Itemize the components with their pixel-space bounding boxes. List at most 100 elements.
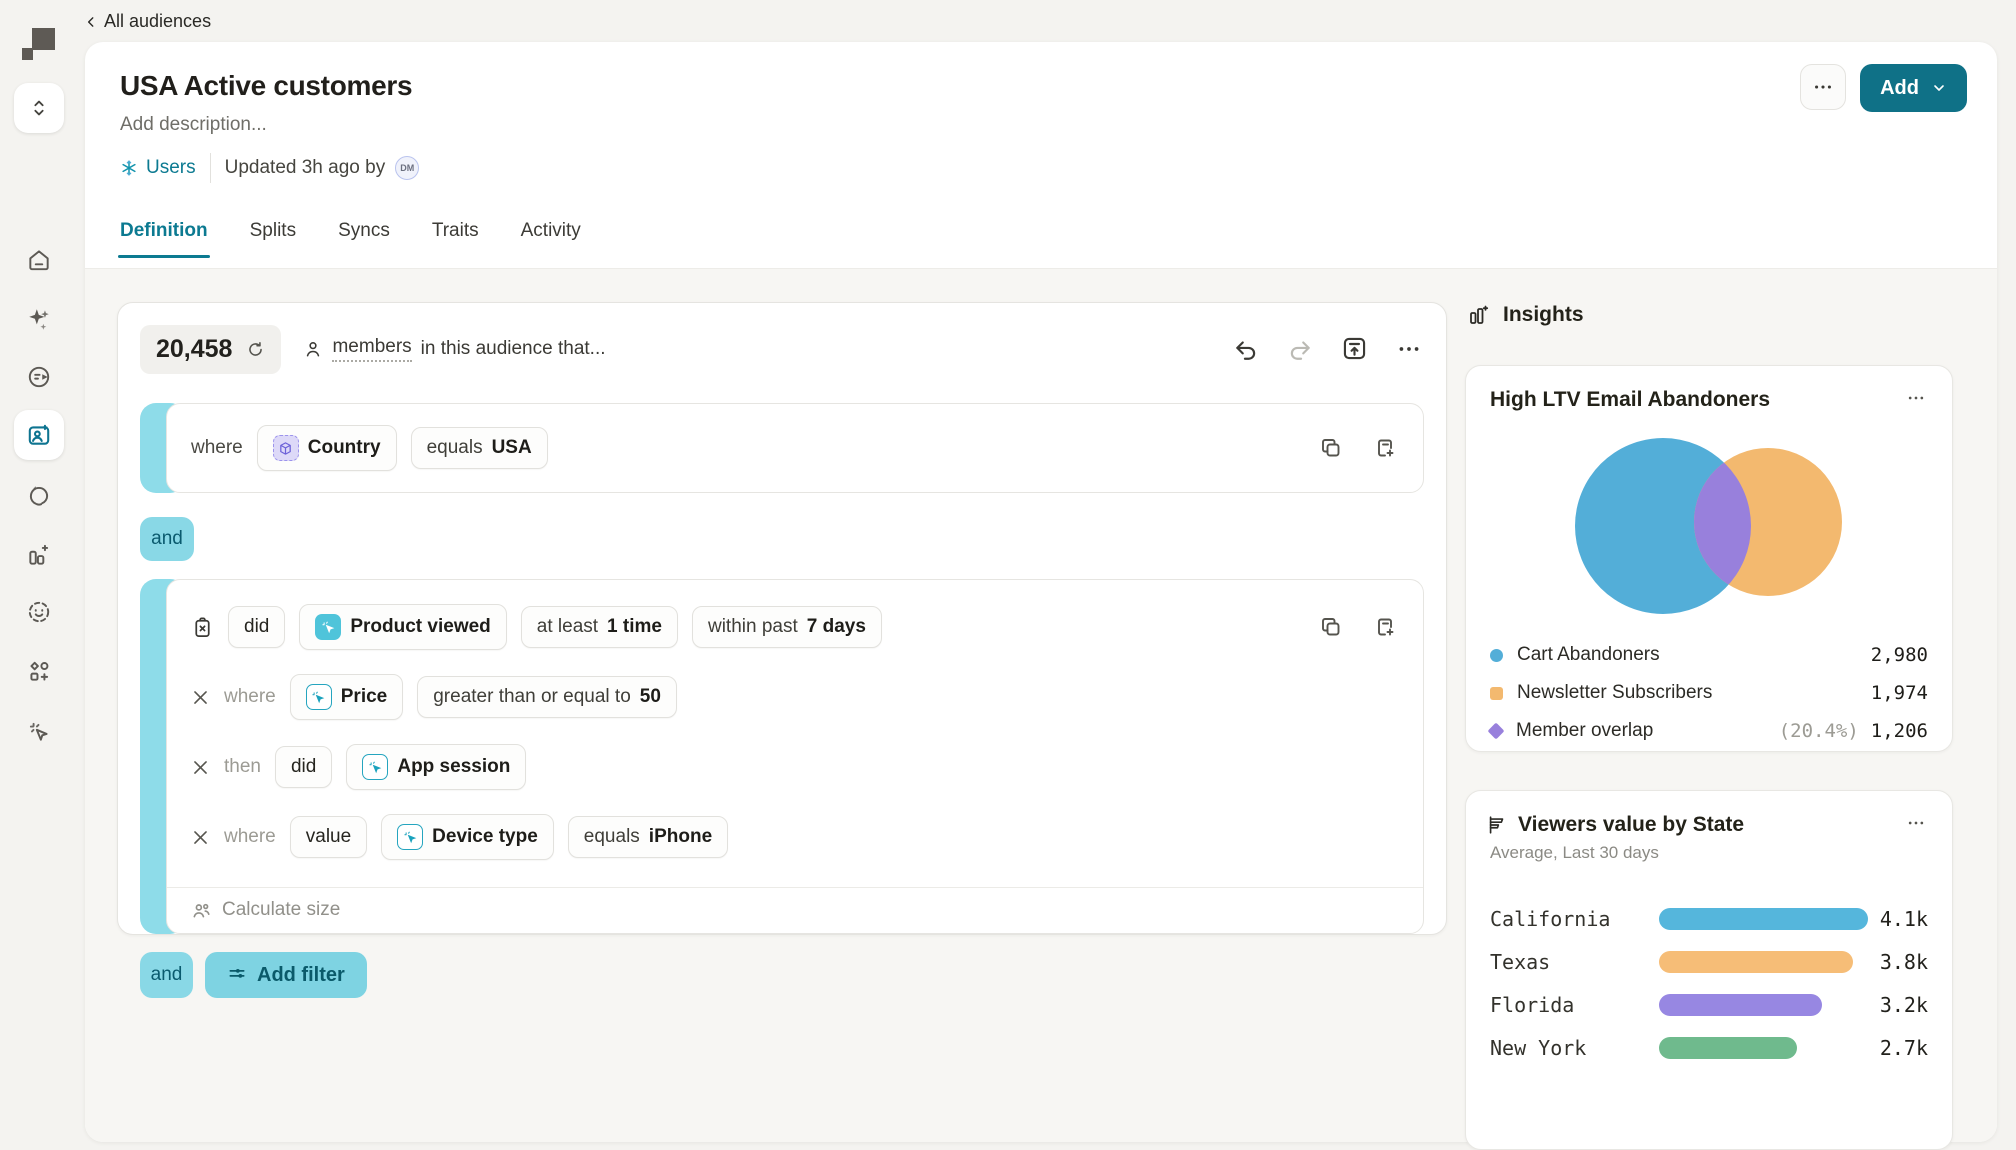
add-filter-button[interactable]: Add filter xyxy=(205,952,367,998)
save-template-icon[interactable] xyxy=(1341,335,1368,362)
refresh-icon[interactable] xyxy=(246,340,265,359)
add-button[interactable]: Add xyxy=(1860,64,1967,112)
legend-row[interactable]: Member overlap (20.4%)1,206 xyxy=(1490,712,1928,750)
sidebar-item-analytics[interactable] xyxy=(26,542,52,568)
bar-row[interactable]: Florida 3.2k xyxy=(1490,983,1928,1026)
where-label: where xyxy=(191,437,243,459)
copy-icon[interactable] xyxy=(1319,615,1343,639)
sidebar-item-assistant[interactable] xyxy=(26,306,52,332)
event-cursor-icon xyxy=(368,760,383,775)
profile-sync-icon xyxy=(26,482,52,508)
ellipsis-icon xyxy=(1812,76,1834,98)
phrase-suffix: in this audience that... xyxy=(421,338,606,360)
duplicate-to-new-icon[interactable] xyxy=(1373,615,1397,639)
event-row: did Product viewed at least 1 time withi… xyxy=(167,592,1423,662)
remove-row-icon[interactable] xyxy=(191,688,210,707)
value-pill[interactable]: value xyxy=(290,816,367,858)
page-title: USA Active customers xyxy=(120,70,412,102)
sidebar-item-integrations[interactable] xyxy=(26,659,52,685)
chart-plus-icon xyxy=(26,542,52,568)
remove-row-icon[interactable] xyxy=(191,758,210,777)
bar xyxy=(1659,994,1822,1016)
legend-row[interactable]: Cart Abandoners 2,980 xyxy=(1490,636,1928,674)
and-connector-chip[interactable]: and xyxy=(140,952,193,998)
property-pill-device-type[interactable]: Device type xyxy=(381,814,554,860)
venn-card-title: High LTV Email Abandoners xyxy=(1490,388,1770,412)
card-menu-icon[interactable] xyxy=(1900,382,1932,414)
redo-icon[interactable] xyxy=(1287,336,1313,362)
operator-pill-equals-iphone[interactable]: equals iPhone xyxy=(568,816,728,858)
did-pill[interactable]: did xyxy=(275,746,332,788)
event-icon-box xyxy=(315,614,341,640)
remove-row-icon[interactable] xyxy=(191,828,210,847)
card-menu-icon[interactable] xyxy=(1900,807,1932,839)
condition-group-1: where Country equals USA xyxy=(140,403,1424,493)
workspace-switcher-button[interactable] xyxy=(14,83,64,133)
copy-icon[interactable] xyxy=(1319,436,1343,460)
members-link[interactable]: members xyxy=(332,336,411,362)
snowflake-icon xyxy=(120,159,138,177)
insights-title: Insights xyxy=(1503,303,1584,327)
then-row: then did App session xyxy=(167,732,1423,802)
property-filter-row: where Price greater than or equal to 50 xyxy=(167,662,1423,732)
duplicate-to-new-icon[interactable] xyxy=(1373,436,1397,460)
breadcrumb-all-audiences[interactable]: All audiences xyxy=(84,11,211,32)
bar-row[interactable]: California 4.1k xyxy=(1490,897,1928,940)
property-icon-box xyxy=(273,435,299,461)
tab-activity[interactable]: Activity xyxy=(521,220,581,258)
event-cursor-icon xyxy=(403,830,418,845)
app-logo[interactable] xyxy=(22,26,56,60)
entity-link-users[interactable]: Users xyxy=(120,157,196,179)
event-icon-box xyxy=(362,754,388,780)
magic-cursor-icon xyxy=(26,719,52,745)
tab-syncs[interactable]: Syncs xyxy=(338,220,390,258)
event-cursor-icon xyxy=(311,690,326,705)
tab-definition[interactable]: Definition xyxy=(120,220,208,258)
divider xyxy=(210,153,211,183)
trash-icon[interactable] xyxy=(191,616,214,639)
frequency-pill[interactable]: at least 1 time xyxy=(521,606,678,648)
event-pill-product-viewed[interactable]: Product viewed xyxy=(299,604,506,650)
tab-traits[interactable]: Traits xyxy=(432,220,479,258)
property-pill-price[interactable]: Price xyxy=(290,674,403,720)
operator-pill-equals-usa[interactable]: equals USA xyxy=(411,427,548,469)
bar-row[interactable]: Texas 3.8k xyxy=(1490,940,1928,983)
panel-more-icon[interactable] xyxy=(1396,336,1422,362)
breadcrumb-label: All audiences xyxy=(104,11,211,32)
operator-pill-gte-50[interactable]: greater than or equal to 50 xyxy=(417,676,677,718)
sidebar-item-home[interactable] xyxy=(26,247,52,273)
description-placeholder[interactable]: Add description... xyxy=(120,114,267,136)
did-pill[interactable]: did xyxy=(228,606,285,648)
apps-plus-icon xyxy=(26,659,52,685)
tab-splits[interactable]: Splits xyxy=(250,220,296,258)
undo-icon[interactable] xyxy=(1233,336,1259,362)
calculate-size-button[interactable]: Calculate size xyxy=(167,887,1423,933)
sidebar-item-audiences-active[interactable] xyxy=(14,410,64,460)
event-property-icon-box xyxy=(306,684,332,710)
window-pill[interactable]: within past 7 days xyxy=(692,606,882,648)
sidebar-item-actions[interactable] xyxy=(26,719,52,745)
property-pill-country[interactable]: Country xyxy=(257,425,397,471)
and-connector-chip[interactable]: and xyxy=(140,517,194,561)
bar xyxy=(1659,1037,1796,1059)
sidebar-item-identity[interactable] xyxy=(26,599,52,625)
event-cursor-icon xyxy=(321,620,336,635)
logo-square-small xyxy=(22,48,33,60)
sidebar-item-profiles[interactable] xyxy=(26,482,52,508)
updated-text: Updated 3h ago by DM xyxy=(225,156,420,180)
value-filter-row: where value Device type equals iPhone xyxy=(167,802,1423,872)
bar-row[interactable]: New York 2.7k xyxy=(1490,1026,1928,1069)
more-options-button[interactable] xyxy=(1800,64,1846,110)
definition-builder-panel: 20,458 members in this audience that... … xyxy=(117,302,1447,935)
event-pill-app-session[interactable]: App session xyxy=(346,744,526,790)
sidebar-item-journeys[interactable] xyxy=(26,364,52,390)
condition-group-2: did Product viewed at least 1 time withi… xyxy=(140,579,1424,934)
member-count-pill[interactable]: 20,458 xyxy=(140,325,281,374)
avatar[interactable]: DM xyxy=(395,156,419,180)
legend-row[interactable]: Newsletter Subscribers 1,974 xyxy=(1490,674,1928,712)
people-icon xyxy=(191,900,212,921)
person-icon xyxy=(303,339,323,359)
logo-square-large xyxy=(32,28,55,50)
insights-icon xyxy=(1467,303,1491,327)
sparkles-icon xyxy=(26,306,52,332)
